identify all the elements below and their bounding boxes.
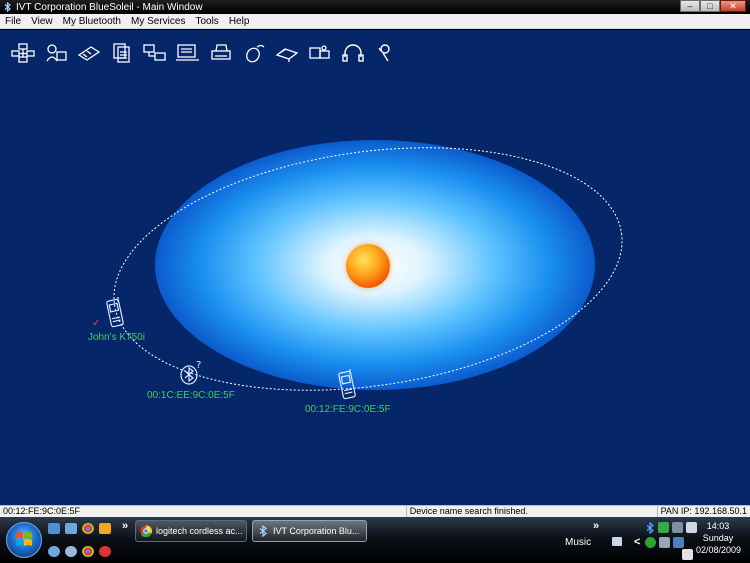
clock-date: 02/08/2009 <box>696 545 742 555</box>
music-toolbar[interactable]: Music <box>565 537 591 548</box>
status-pan-ip: PAN IP: 192.168.50.1 <box>660 506 747 516</box>
menu-my-bluetooth[interactable]: My Bluetooth <box>58 16 126 27</box>
device-label: John's K750i <box>88 332 145 343</box>
device-001cee9c0e5f[interactable]: ? 00:1C:EE:9C:0E:5F <box>147 360 235 401</box>
device-label: 00:12:FE:9C:0E:5F <box>305 404 391 415</box>
taskbar-item-logitech[interactable]: logitech cordless ac... <box>135 520 247 542</box>
window-title: IVT Corporation BlueSoleil - Main Window <box>16 1 203 13</box>
media-player-icon[interactable] <box>99 523 111 534</box>
menu-tools[interactable]: Tools <box>190 16 223 27</box>
device-view-canvas[interactable]: John's K750i ✓ ? 00:1C:EE:9C:0E:5F 00:12… <box>0 30 750 505</box>
system-tray-row-3 <box>682 549 693 560</box>
menu-my-services[interactable]: My Services <box>126 16 190 27</box>
antivirus-icon[interactable] <box>645 537 656 548</box>
menu-file[interactable]: File <box>0 16 26 27</box>
bluetooth-unknown-device-icon: ? <box>177 360 205 389</box>
magnifier-icon[interactable] <box>65 546 77 557</box>
windows-logo-icon <box>15 530 33 551</box>
quick-launch-row-1 <box>48 523 111 534</box>
taskbar-item-label: IVT Corporation Blu... <box>273 526 360 536</box>
network-icon[interactable] <box>658 522 669 533</box>
quick-launch-overflow[interactable]: » <box>122 520 128 532</box>
system-tray-row-2 <box>645 537 684 548</box>
status-device-address: 00:12:FE:9C:0E:5F <box>0 506 407 517</box>
switch-windows-icon[interactable] <box>65 523 77 534</box>
windows-taskbar: » logitech cordless ac... IVT Corporatio… <box>0 517 750 563</box>
volume-icon[interactable] <box>682 549 693 560</box>
local-device-orb[interactable] <box>346 244 390 288</box>
close-button[interactable]: ✕ <box>720 0 746 12</box>
status-bar: 00:12:FE:9C:0E:5F Device name search fin… <box>0 505 750 517</box>
bluetooth-icon <box>257 525 269 537</box>
taskbar-item-label: logitech cordless ac... <box>156 526 243 536</box>
chrome-icon[interactable] <box>82 523 94 534</box>
clock-time: 14:03 <box>706 521 730 531</box>
mobile-phone-icon <box>337 368 359 403</box>
chrome-icon[interactable] <box>82 546 94 557</box>
chrome-icon <box>140 525 152 537</box>
start-button[interactable] <box>6 522 42 558</box>
taskbar-item-bluesoleil[interactable]: IVT Corporation Blu... <box>252 520 367 542</box>
tray-app-icon[interactable] <box>672 522 683 533</box>
bluetooth-icon <box>3 2 13 12</box>
minimize-button[interactable]: – <box>680 0 700 12</box>
menu-help[interactable]: Help <box>224 16 255 27</box>
system-clock[interactable]: 14:03 Sunday 02/08/2009 <box>696 520 742 556</box>
tray-app-icon[interactable] <box>659 537 670 548</box>
menu-view[interactable]: View <box>26 16 58 27</box>
device-label: 00:1C:EE:9C:0E:5F <box>147 390 235 401</box>
menu-bar: File View My Bluetooth My Services Tools… <box>0 14 750 29</box>
status-message: Device name search finished. <box>407 506 658 517</box>
device-0012fe9c0e5f[interactable]: 00:12:FE:9C:0E:5F <box>305 368 391 415</box>
system-tray-row-1 <box>645 521 697 537</box>
bluetooth-icon[interactable] <box>645 521 655 537</box>
search-icon[interactable] <box>48 546 60 557</box>
record-icon[interactable] <box>99 546 111 557</box>
connected-check-icon: ✓ <box>92 318 101 329</box>
maximize-button[interactable]: □ <box>700 0 720 12</box>
show-desktop-icon[interactable] <box>48 523 60 534</box>
title-bar[interactable]: IVT Corporation BlueSoleil - Main Window… <box>0 0 750 14</box>
tray-expand[interactable]: < <box>634 536 640 548</box>
window-controls: – □ ✕ <box>680 0 746 13</box>
toolbar-icon[interactable] <box>612 537 622 546</box>
tray-app-icon[interactable] <box>673 537 684 548</box>
toolbar-overflow[interactable]: » <box>593 520 599 532</box>
mobile-phone-icon <box>105 296 127 331</box>
svg-text:?: ? <box>196 360 201 371</box>
clock-day: Sunday <box>702 533 734 543</box>
quick-launch-row-2 <box>48 546 111 557</box>
